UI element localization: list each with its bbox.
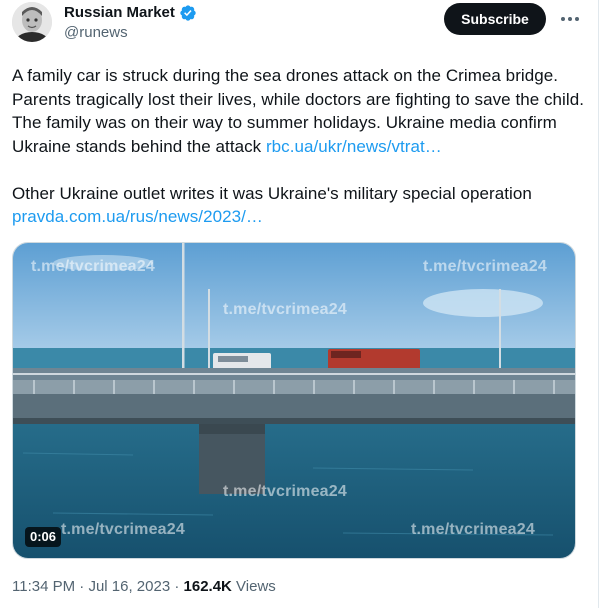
more-horizontal-icon[interactable] [559, 10, 581, 28]
author-display-name[interactable]: Russian Market [64, 4, 175, 22]
video-player[interactable]: t.me/tvcrimea24 t.me/tvcrimea24 t.me/tvc… [12, 242, 576, 559]
author-info: Russian Market @runews [64, 4, 197, 43]
paragraph-2-text: Other Ukraine outlet writes it was Ukrai… [12, 183, 532, 203]
views-label: Views [231, 578, 276, 595]
watermark: t.me/tvcrimea24 [61, 521, 185, 538]
tweet-header: Russian Market @runews Subscribe [12, 2, 587, 46]
tweet-paragraph-2: Other Ukraine outlet writes it was Ukrai… [12, 182, 587, 229]
watermark: t.me/tvcrimea24 [31, 258, 155, 275]
rbc-link[interactable]: rbc.ua/ukr/news/vtrat… [266, 137, 442, 156]
watermark: t.me/tvcrimea24 [223, 301, 347, 318]
avatar[interactable] [12, 2, 52, 42]
watermark: t.me/tvcrimea24 [423, 258, 547, 275]
subscribe-button[interactable]: Subscribe [444, 3, 546, 35]
tweet-meta: 11:34 PM · Jul 16, 2023 · 162.4K Views [12, 578, 276, 595]
tweet-text: A family car is struck during the sea dr… [12, 64, 587, 229]
verified-badge-icon[interactable] [179, 4, 197, 22]
views-count[interactable]: 162.4K [184, 578, 232, 595]
video-frame [13, 243, 575, 558]
watermark: t.me/tvcrimea24 [411, 521, 535, 538]
tweet-time[interactable]: 11:34 PM [12, 578, 75, 595]
pravda-link[interactable]: pravda.com.ua/rus/news/2023/… [12, 207, 263, 226]
watermark: t.me/tvcrimea24 [223, 483, 347, 500]
author-handle[interactable]: @runews [64, 23, 197, 43]
tweet-date[interactable]: Jul 16, 2023 [88, 578, 170, 595]
tweet-paragraph-1: A family car is struck during the sea dr… [12, 64, 587, 158]
video-duration-badge: 0:06 [25, 527, 62, 547]
